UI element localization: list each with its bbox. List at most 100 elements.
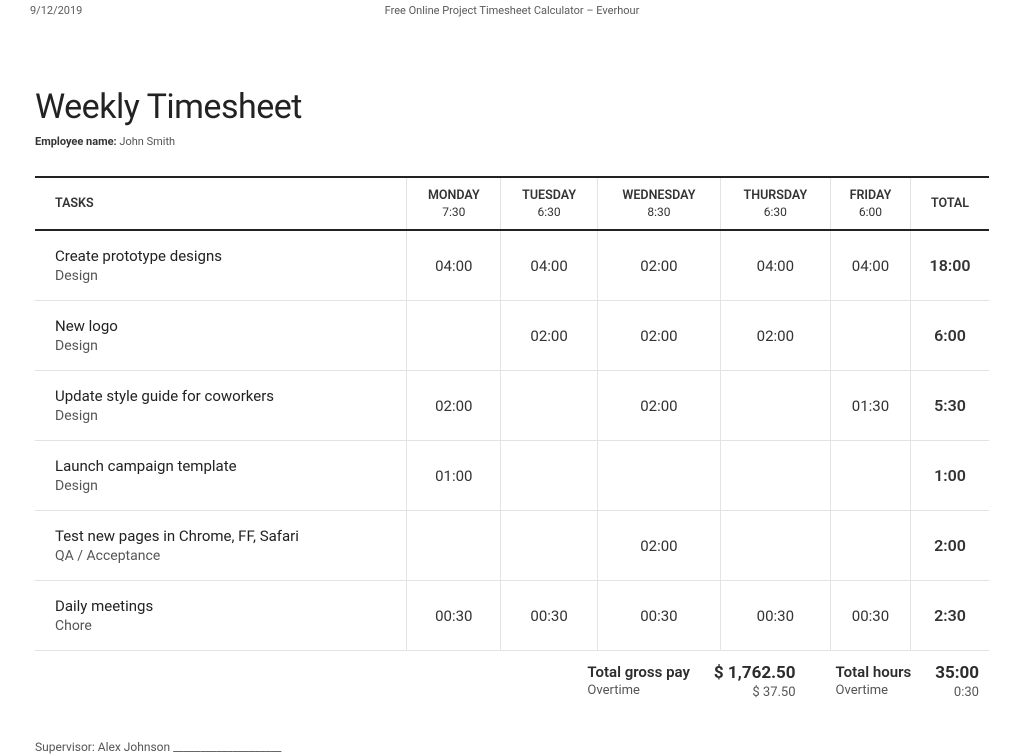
row-total: 5:30 — [911, 371, 989, 441]
col-friday: FRIDAY 6:00 — [830, 177, 910, 230]
time-cell: 02:00 — [407, 371, 501, 441]
col-tuesday: TUESDAY 6:30 — [501, 177, 598, 230]
row-total: 1:00 — [911, 441, 989, 511]
time-cell: 01:30 — [830, 371, 910, 441]
col-day-sub: 8:30 — [606, 205, 712, 219]
task-category: Chore — [55, 618, 398, 634]
timesheet-body: Create prototype designsDesign04:0004:00… — [35, 230, 989, 651]
task-category: QA / Acceptance — [55, 548, 398, 564]
time-cell: 00:30 — [830, 581, 910, 651]
time-cell: 02:00 — [501, 301, 598, 371]
time-cell: 02:00 — [597, 230, 720, 301]
supervisor-line: Supervisor: Alex Johnson _______________… — [35, 740, 989, 754]
time-cell — [597, 441, 720, 511]
print-title: Free Online Project Timesheet Calculator… — [0, 4, 1024, 17]
col-thursday: THURSDAY 6:30 — [720, 177, 830, 230]
col-monday: MONDAY 7:30 — [407, 177, 501, 230]
gross-value: $ 1,762.50 — [714, 663, 796, 683]
time-cell: 02:00 — [597, 301, 720, 371]
task-cell: New logo Design — [35, 301, 407, 371]
hours-label: Total hours — [836, 663, 912, 681]
table-row: Update style guide for coworkers Design 02… — [35, 371, 989, 441]
table-row: Launch campaign template Design 01:00 1:00 — [35, 441, 989, 511]
col-total: TOTAL — [911, 177, 989, 230]
task-name: Launch campaign template — [55, 457, 398, 475]
time-cell: 00:30 — [597, 581, 720, 651]
supervisor-name: Alex Johnson — [98, 740, 170, 754]
hours-overtime-label: Overtime — [836, 683, 912, 698]
time-cell: 04:00 — [830, 230, 910, 301]
task-cell: Daily meetings Chore — [35, 581, 407, 651]
time-cell: 02:00 — [597, 511, 720, 581]
time-cell: 00:30 — [720, 581, 830, 651]
task-name: Daily meetings — [55, 597, 398, 615]
hours-value: 35:00 — [935, 663, 979, 683]
time-cell: 02:00 — [597, 371, 720, 441]
time-cell — [501, 371, 598, 441]
time-cell — [720, 441, 830, 511]
table-row: New logoDesign02:0002:0002:006:00 — [35, 301, 989, 371]
print-date: 9/12/2019 — [30, 4, 82, 17]
hours-overtime-value: 0:30 — [935, 685, 979, 700]
time-cell: 00:30 — [407, 581, 501, 651]
task-cell: Create prototype designs Design — [35, 230, 407, 301]
print-header: 9/12/2019 Free Online Project Timesheet … — [0, 0, 1024, 17]
summary-gross: Total gross pay Overtime $ 1,762.50 $ 37… — [587, 663, 795, 700]
col-day-label: FRIDAY — [850, 188, 892, 203]
time-cell — [830, 441, 910, 511]
task-cell: Launch campaign template Design — [35, 441, 407, 511]
col-day-label: MONDAY — [428, 188, 480, 203]
task-name: Update style guide for coworkers — [55, 387, 398, 405]
row-total: 18:00 — [911, 230, 989, 301]
signature-line: ____________________ — [173, 740, 281, 754]
task-category: Design — [55, 268, 398, 284]
employee-label: Employee name: — [35, 135, 117, 148]
time-cell — [407, 511, 501, 581]
timesheet-table: TASKS MONDAY 7:30 TUESDAY 6:30 WEDNESDAY… — [35, 176, 989, 651]
time-cell: 04:00 — [501, 230, 598, 301]
task-category: Design — [55, 478, 398, 494]
col-day-label: WEDNESDAY — [622, 188, 695, 203]
gross-overtime-label: Overtime — [587, 683, 690, 698]
time-cell: 01:00 — [407, 441, 501, 511]
time-cell — [830, 301, 910, 371]
col-wednesday: WEDNESDAY 8:30 — [597, 177, 720, 230]
row-total: 2:30 — [911, 581, 989, 651]
col-day-sub: 6:30 — [729, 205, 822, 219]
col-day-sub: 6:30 — [509, 205, 589, 219]
task-name: Create prototype designs — [55, 247, 398, 265]
gross-label: Total gross pay — [587, 663, 690, 681]
time-cell — [501, 511, 598, 581]
table-row: Test new pages in Chrome, FF, Safari QA /… — [35, 511, 989, 581]
time-cell: 04:00 — [720, 230, 830, 301]
task-name: New logo — [55, 317, 398, 335]
employee-line: Employee name: John Smith — [35, 135, 989, 148]
time-cell — [720, 371, 830, 441]
task-name: Test new pages in Chrome, FF, Safari — [55, 527, 398, 545]
row-total: 2:00 — [911, 511, 989, 581]
time-cell — [720, 511, 830, 581]
time-cell: 02:00 — [720, 301, 830, 371]
task-category: Design — [55, 338, 398, 354]
time-cell — [830, 511, 910, 581]
col-day-label: THURSDAY — [744, 188, 808, 203]
col-day-sub: 6:00 — [839, 205, 902, 219]
supervisor-label: Supervisor: — [35, 740, 95, 754]
col-tasks: TASKS — [35, 177, 407, 230]
time-cell — [407, 301, 501, 371]
row-total: 6:00 — [911, 301, 989, 371]
col-day-label: TUESDAY — [522, 188, 576, 203]
summary-hours: Total hours Overtime 35:00 0:30 — [836, 663, 979, 700]
summary-row: Total gross pay Overtime $ 1,762.50 $ 37… — [35, 663, 989, 700]
task-category: Design — [55, 408, 398, 424]
task-cell: Test new pages in Chrome, FF, Safari QA /… — [35, 511, 407, 581]
time-cell: 04:00 — [407, 230, 501, 301]
task-cell: Update style guide for coworkers Design — [35, 371, 407, 441]
table-row: Daily meetingsChore00:3000:3000:3000:300… — [35, 581, 989, 651]
gross-overtime-value: $ 37.50 — [714, 685, 796, 700]
page-content: Weekly Timesheet Employee name: John Smi… — [0, 17, 1024, 754]
col-day-sub: 7:30 — [415, 205, 492, 219]
header-row: TASKS MONDAY 7:30 TUESDAY 6:30 WEDNESDAY… — [35, 177, 989, 230]
time-cell: 00:30 — [501, 581, 598, 651]
employee-name: John Smith — [119, 135, 175, 148]
